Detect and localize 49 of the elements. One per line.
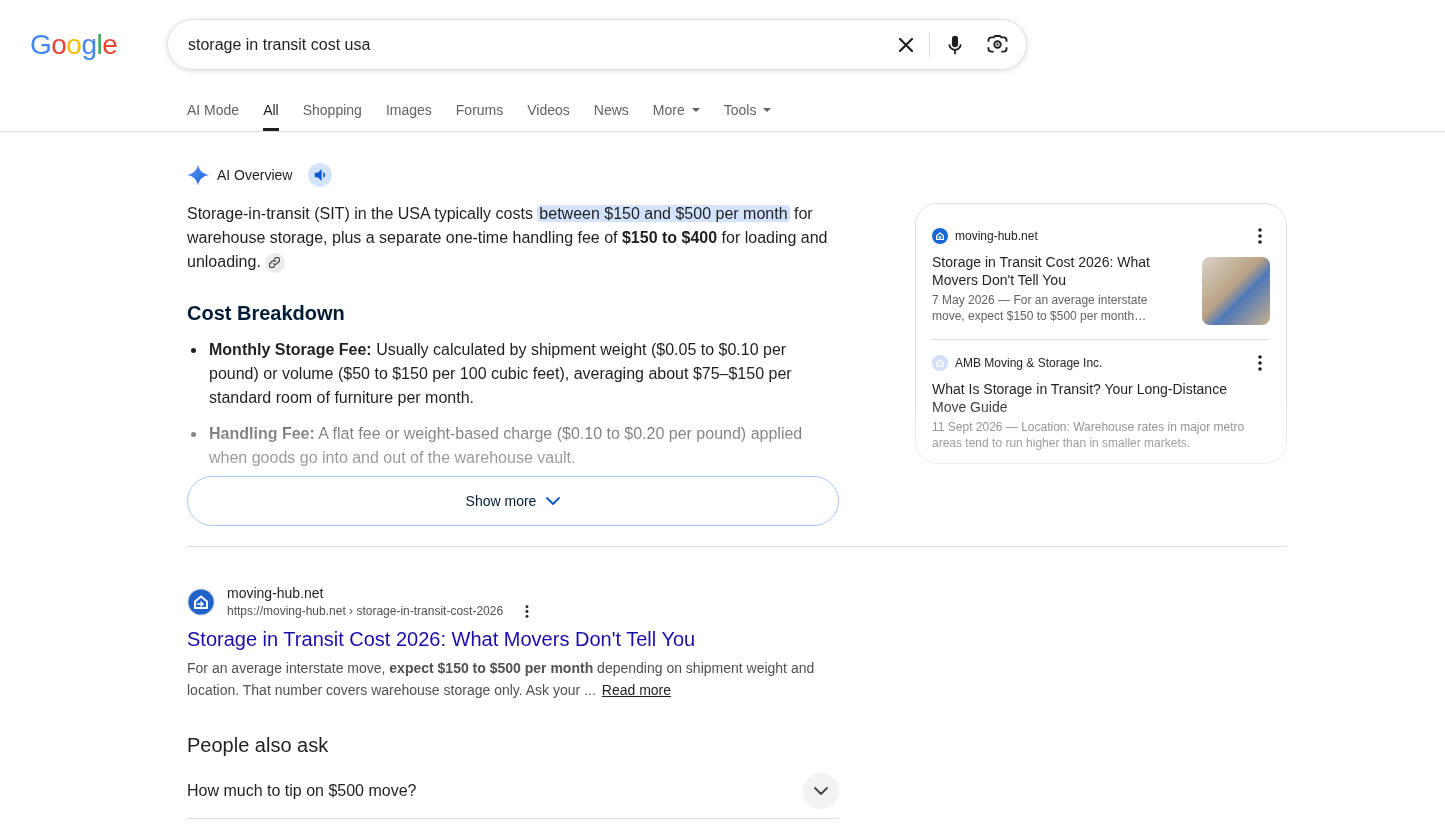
more-options-icon[interactable] [1258, 228, 1262, 244]
tab[interactable]: All [263, 89, 279, 131]
caret-icon [763, 108, 772, 112]
house-icon [187, 588, 215, 616]
bullet-text: Handling Fee: A flat fee or weight-based charge ($0.10 to $0.20 per pound) applied when goods go into and out of the warehouse vault. [209, 424, 804, 468]
more-options-icon[interactable] [1258, 355, 1262, 371]
source-title-link[interactable]: Storage in Transit Cost 2026: What Movers Don't Tell You [932, 253, 1182, 289]
close-icon[interactable] [899, 37, 913, 52]
tab[interactable]: More [652, 89, 700, 131]
logo[interactable]: Google [30, 27, 121, 62]
section-heading: People also ask [187, 733, 330, 758]
source-snippet: 11 Sept 2026 — Location: Warehouse rates in major metro areas tend to run higher than in smaller markets. [932, 419, 1246, 451]
tab[interactable]: AI Mode [187, 89, 240, 131]
source-title-link[interactable]: What Is Storage in Transit? Your Long-Distance Move Guide [932, 380, 1270, 416]
tab[interactable]: Forums [455, 89, 504, 131]
tab[interactable]: Tools [723, 89, 772, 131]
source-snippet: 7 May 2026 — For an average interstate move, expect $150 to $500 per month… [932, 292, 1149, 324]
chevron-down-icon [814, 787, 828, 795]
read-more-link[interactable]: Read more [601, 682, 672, 698]
listen-button[interactable] [308, 163, 333, 187]
link-icon [269, 257, 281, 269]
caret-icon [691, 108, 700, 112]
mic-icon[interactable] [948, 34, 962, 55]
source-link-button[interactable] [264, 252, 285, 273]
tab[interactable]: Videos [527, 89, 570, 131]
more-options-icon[interactable] [525, 604, 530, 618]
overview-text: Storage-in-transit (SIT) in the USA typically costs between $150 and $500 per month for warehouse storage, plus a separate one-time handling fee of $150 to $400 for loading and unloading. [187, 202, 839, 274]
bullet-icon [191, 432, 196, 437]
bullet-icon [191, 348, 196, 353]
tab[interactable]: Shopping [302, 89, 362, 131]
tab[interactable]: Images [385, 89, 432, 131]
camera-icon[interactable] [987, 35, 1008, 54]
search-input[interactable]: storage in transit cost usa [188, 32, 899, 57]
result-snippet: For an average interstate move, expect $150 to $500 per month depending on shipment weight and location. That number covers warehouse storage only. Ask your ... Read more [187, 659, 816, 700]
section-title: AI Overview [217, 165, 293, 185]
result-url: https://moving-hub.net › storage-in-transit-cost-2026 [227, 603, 504, 620]
site-name: moving-hub.net [955, 228, 1039, 244]
section-heading: Cost Breakdown [187, 301, 346, 326]
site-name: AMB Moving & Storage Inc. [955, 355, 1104, 371]
show-more-button[interactable]: Show more [187, 476, 839, 526]
expand-button[interactable] [803, 773, 839, 809]
chevron-down-icon [546, 497, 561, 505]
tab[interactable]: News [593, 89, 629, 131]
question-text[interactable]: How much to tip on $500 move? [187, 779, 417, 803]
sparkle-icon [187, 164, 209, 186]
bullet-text: Monthly Storage Fee: Usually calculated by shipment weight ($0.05 to $0.10 per pound) or volume ($50 to $150 per 100 cubic feet), averaging about $75–$150 per standard room of furniture per month. [209, 340, 793, 408]
site-name: moving-hub.net [227, 584, 325, 602]
speaker-icon [313, 168, 327, 182]
result-title-link[interactable]: Storage in Transit Cost 2026: What Movers Don't Tell You [187, 626, 1287, 652]
